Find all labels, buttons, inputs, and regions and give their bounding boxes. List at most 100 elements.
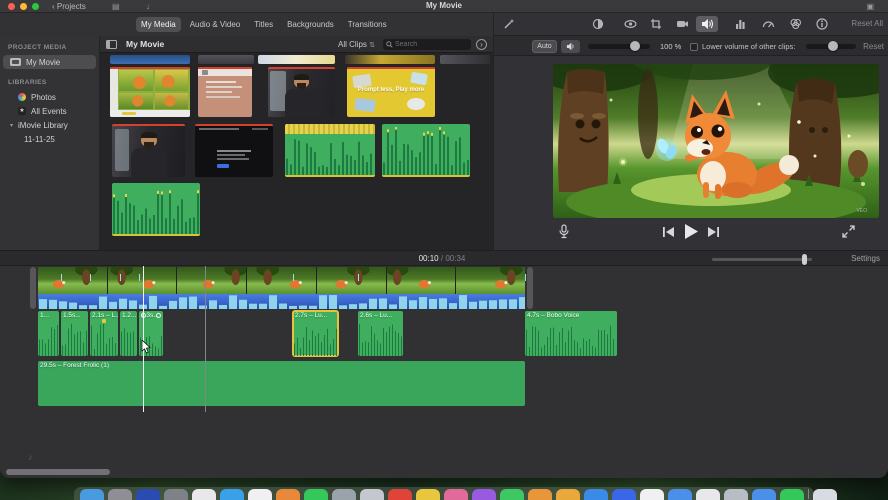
video-track-filmstrip[interactable]	[38, 267, 526, 294]
dock-app-icon[interactable]	[696, 489, 720, 500]
media-thumbnail[interactable]	[198, 55, 254, 64]
fullscreen-icon[interactable]	[842, 225, 855, 238]
media-thumbnail[interactable]	[440, 55, 490, 64]
dock-app-icon[interactable]	[612, 489, 636, 500]
volume-slider[interactable]	[588, 41, 650, 51]
dock-app-icon[interactable]	[80, 489, 104, 500]
stabilization-icon[interactable]	[671, 16, 693, 32]
chevron-down-icon[interactable]: ▾	[10, 122, 13, 129]
sidebar-toggle-icon[interactable]	[106, 40, 117, 49]
dock-app-icon[interactable]	[136, 489, 160, 500]
dock-app-icon[interactable]	[164, 489, 188, 500]
dock-app-icon[interactable]	[360, 489, 384, 500]
dock-app-icon[interactable]	[220, 489, 244, 500]
volume-slider-knob[interactable]	[630, 41, 640, 51]
sidebar-item-my-movie[interactable]: My Movie	[3, 55, 96, 69]
preview-viewer[interactable]: VEO	[553, 64, 879, 218]
video-audio-waveform[interactable]	[38, 294, 525, 309]
reset-all-button[interactable]: Reset All	[851, 19, 883, 28]
sidebar-item-imovie-library[interactable]: ▾ iMovie Library	[0, 118, 99, 132]
clip-trim-handle[interactable]	[527, 267, 533, 309]
dock-app-icon[interactable]	[724, 489, 748, 500]
dock-app-icon[interactable]	[500, 489, 524, 500]
media-thumbnail[interactable]	[258, 55, 335, 64]
fade-handle[interactable]	[156, 313, 161, 318]
search-field[interactable]	[383, 39, 471, 50]
playhead[interactable]	[143, 266, 144, 412]
next-clip-button[interactable]	[708, 227, 719, 237]
media-thumbnail-screen-recording[interactable]	[195, 124, 273, 177]
dock-app-icon[interactable]	[248, 489, 272, 500]
search-input[interactable]	[395, 41, 465, 48]
microphone-icon[interactable]	[558, 224, 570, 239]
audio-clip[interactable]: 2.1s – L...	[90, 311, 118, 356]
dock-app-icon[interactable]	[528, 489, 552, 500]
volume-tool-icon[interactable]	[696, 16, 718, 32]
audio-clip[interactable]: 1.2...	[120, 311, 137, 356]
dock-app-icon[interactable]	[584, 489, 608, 500]
sidebar-item-photos[interactable]: Photos	[0, 90, 99, 104]
tab-my-media[interactable]: My Media	[136, 17, 181, 32]
media-thumbnail-audio[interactable]	[112, 183, 200, 236]
tab-titles[interactable]: Titles	[249, 17, 278, 32]
audio-clip[interactable]: 1...	[38, 311, 59, 356]
dock-app-icon[interactable]	[668, 489, 692, 500]
media-thumbnail-audio[interactable]	[382, 124, 470, 177]
clip-trim-handle[interactable]	[30, 267, 36, 309]
crop-icon[interactable]	[645, 16, 667, 32]
lower-volume-slider[interactable]	[806, 41, 856, 51]
timeline-zoom-slider[interactable]	[712, 254, 812, 265]
tab-transitions[interactable]: Transitions	[343, 17, 392, 32]
dock-app-icon[interactable]	[444, 489, 468, 500]
sidebar-item-event-11-11-25[interactable]: 11-11-25	[0, 132, 99, 146]
media-thumbnail-presenter-2[interactable]	[112, 124, 185, 177]
clip-info-icon[interactable]	[811, 16, 833, 32]
dock-app-icon[interactable]	[276, 489, 300, 500]
background-music-clip[interactable]: 29.5s – Forest Frolic (1)	[38, 361, 525, 406]
dock-app-icon[interactable]	[752, 489, 776, 500]
speed-gauge-icon[interactable]	[757, 16, 779, 32]
extensions-icon[interactable]: ▣	[866, 0, 874, 13]
dock-app-icon[interactable]	[640, 489, 664, 500]
audio-clip[interactable]: 2.6s – Lu...	[358, 311, 403, 356]
media-thumbnail-promo[interactable]: Prompt less, Play more	[347, 67, 435, 117]
tab-backgrounds[interactable]: Backgrounds	[282, 17, 339, 32]
color-correction-icon[interactable]	[619, 16, 641, 32]
lower-volume-slider-knob[interactable]	[828, 41, 838, 51]
tab-audio-video[interactable]: Audio & Video	[185, 17, 246, 32]
reset-button[interactable]: Reset	[863, 42, 884, 51]
dock-app-icon[interactable]	[780, 489, 804, 500]
dock-app-icon[interactable]	[332, 489, 356, 500]
timeline-zoom-knob[interactable]	[802, 254, 807, 265]
dock-app-icon[interactable]	[108, 489, 132, 500]
mute-button[interactable]	[561, 40, 580, 53]
browser-forward-icon[interactable]: ›	[476, 39, 487, 50]
media-thumbnail-document[interactable]	[198, 67, 252, 117]
media-thumbnail[interactable]	[345, 55, 435, 64]
media-thumbnail-audio[interactable]	[285, 124, 375, 177]
clips-filter-dropdown[interactable]: All Clips ⇅	[338, 40, 375, 49]
dock-app-icon[interactable]	[472, 489, 496, 500]
dock-trash-icon[interactable]	[813, 489, 837, 500]
media-thumbnail-fox-collage[interactable]	[110, 67, 190, 117]
audio-clip[interactable]: 1.5s...	[61, 311, 88, 356]
enhance-wand-icon[interactable]	[498, 16, 520, 32]
play-button[interactable]	[684, 224, 698, 239]
horizontal-scrollbar-thumb[interactable]	[6, 469, 110, 475]
audio-clip[interactable]: 4.7s – Bobo Voice	[525, 311, 617, 356]
media-thumbnail[interactable]	[110, 55, 190, 64]
auto-volume-button[interactable]: Auto	[532, 40, 557, 53]
color-balance-icon[interactable]	[587, 16, 609, 32]
previous-clip-button[interactable]	[663, 227, 674, 237]
equalizer-icon[interactable]	[730, 16, 752, 32]
dock-app-icon[interactable]	[388, 489, 412, 500]
dock-app-icon[interactable]	[556, 489, 580, 500]
dock-app-icon[interactable]	[304, 489, 328, 500]
sidebar-item-all-events[interactable]: ★ All Events	[0, 104, 99, 118]
media-thumbnail-presenter[interactable]	[268, 67, 335, 117]
dock-app-icon[interactable]	[192, 489, 216, 500]
audio-clip-selected[interactable]: 2.7s – Lu...	[292, 310, 339, 357]
dock-app-icon[interactable]	[416, 489, 440, 500]
effects-filters-icon[interactable]	[784, 16, 806, 32]
timeline-settings-button[interactable]: Settings	[851, 254, 880, 263]
